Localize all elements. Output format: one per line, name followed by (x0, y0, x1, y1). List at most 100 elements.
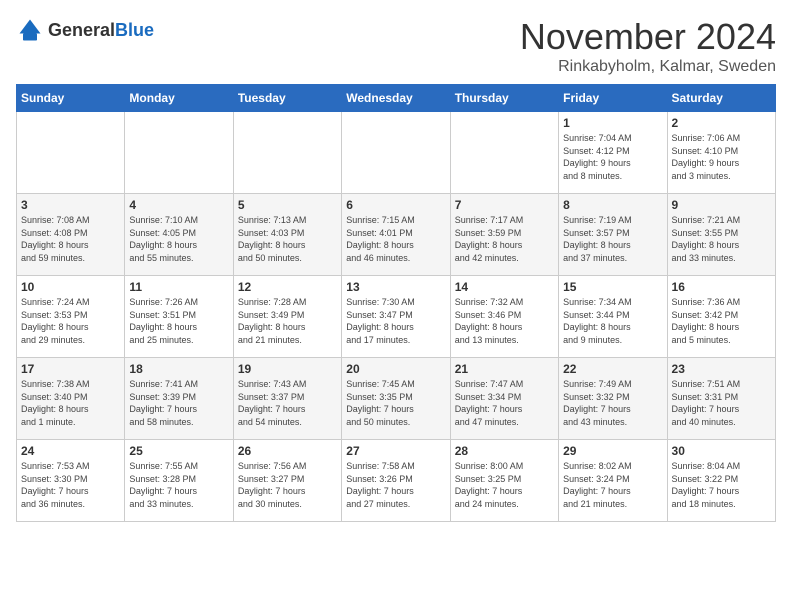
day-number: 28 (455, 444, 554, 458)
calendar-cell: 20 Sunrise: 7:45 AM Sunset: 3:35 PM Dayli… (342, 358, 450, 440)
day-number: 4 (129, 198, 228, 212)
calendar-cell: 27 Sunrise: 7:58 AM Sunset: 3:26 PM Dayli… (342, 440, 450, 522)
calendar-cell: 23 Sunrise: 7:51 AM Sunset: 3:31 PM Dayli… (667, 358, 775, 440)
calendar-cell: 4 Sunrise: 7:10 AM Sunset: 4:05 PM Daylig… (125, 194, 233, 276)
calendar-cell: 21 Sunrise: 7:47 AM Sunset: 3:34 PM Dayli… (450, 358, 558, 440)
day-detail: Sunrise: 7:43 AM Sunset: 3:37 PM Dayligh… (238, 378, 337, 428)
day-detail: Sunrise: 7:17 AM Sunset: 3:59 PM Dayligh… (455, 214, 554, 264)
calendar-cell (17, 112, 125, 194)
calendar-cell: 25 Sunrise: 7:55 AM Sunset: 3:28 PM Dayli… (125, 440, 233, 522)
day-number: 24 (21, 444, 120, 458)
calendar-week-row: 1 Sunrise: 7:04 AM Sunset: 4:12 PM Daylig… (17, 112, 776, 194)
calendar-cell: 5Sunrise: 7:13 AM Sunset: 4:03 PM Daylig… (233, 194, 341, 276)
day-number: 16 (672, 280, 771, 294)
weekday-header: Thursday (450, 85, 558, 112)
day-number: 7 (455, 198, 554, 212)
calendar-cell: 7 Sunrise: 7:17 AM Sunset: 3:59 PM Daylig… (450, 194, 558, 276)
day-detail: Sunrise: 7:51 AM Sunset: 3:31 PM Dayligh… (672, 378, 771, 428)
calendar-cell: 10 Sunrise: 7:24 AM Sunset: 3:53 PM Dayli… (17, 276, 125, 358)
day-detail: Sunrise: 7:41 AM Sunset: 3:39 PM Dayligh… (129, 378, 228, 428)
day-detail: Sunrise: 7:26 AM Sunset: 3:51 PM Dayligh… (129, 296, 228, 346)
day-number: 19 (238, 362, 337, 376)
calendar-cell: 12Sunrise: 7:28 AM Sunset: 3:49 PM Dayli… (233, 276, 341, 358)
day-number: 20 (346, 362, 445, 376)
calendar-cell (125, 112, 233, 194)
day-detail: Sunrise: 7:36 AM Sunset: 3:42 PM Dayligh… (672, 296, 771, 346)
calendar-cell (450, 112, 558, 194)
calendar-cell: 14 Sunrise: 7:32 AM Sunset: 3:46 PM Dayli… (450, 276, 558, 358)
day-number: 2 (672, 116, 771, 130)
weekday-header: Saturday (667, 85, 775, 112)
weekday-header: Sunday (17, 85, 125, 112)
location: Rinkabyholm, Kalmar, Sweden (520, 58, 776, 76)
calendar-cell (342, 112, 450, 194)
day-detail: Sunrise: 7:30 AM Sunset: 3:47 PM Dayligh… (346, 296, 445, 346)
calendar-week-row: 10 Sunrise: 7:24 AM Sunset: 3:53 PM Dayli… (17, 276, 776, 358)
day-number: 25 (129, 444, 228, 458)
day-detail: Sunrise: 7:24 AM Sunset: 3:53 PM Dayligh… (21, 296, 120, 346)
weekday-header: Friday (559, 85, 667, 112)
day-number: 30 (672, 444, 771, 458)
calendar-cell: 13 Sunrise: 7:30 AM Sunset: 3:47 PM Dayli… (342, 276, 450, 358)
calendar-cell: 2Sunrise: 7:06 AM Sunset: 4:10 PM Daylig… (667, 112, 775, 194)
calendar-week-row: 17 Sunrise: 7:38 AM Sunset: 3:40 PM Dayli… (17, 358, 776, 440)
day-detail: Sunrise: 7:45 AM Sunset: 3:35 PM Dayligh… (346, 378, 445, 428)
day-number: 21 (455, 362, 554, 376)
day-number: 22 (563, 362, 662, 376)
day-number: 26 (238, 444, 337, 458)
calendar-week-row: 24 Sunrise: 7:53 AM Sunset: 3:30 PM Dayli… (17, 440, 776, 522)
calendar-table: SundayMondayTuesdayWednesdayThursdayFrid… (16, 84, 776, 522)
calendar-cell: 26 Sunrise: 7:56 AM Sunset: 3:27 PM Dayli… (233, 440, 341, 522)
weekday-header: Wednesday (342, 85, 450, 112)
day-detail: Sunrise: 7:32 AM Sunset: 3:46 PM Dayligh… (455, 296, 554, 346)
calendar-cell: 9 Sunrise: 7:21 AM Sunset: 3:55 PM Daylig… (667, 194, 775, 276)
logo-text-blue: Blue (115, 20, 154, 40)
day-number: 23 (672, 362, 771, 376)
title-block: November 2024 Rinkabyholm, Kalmar, Swede… (520, 16, 776, 76)
day-detail: Sunrise: 7:04 AM Sunset: 4:12 PM Dayligh… (563, 132, 662, 182)
calendar-cell: 19 Sunrise: 7:43 AM Sunset: 3:37 PM Dayli… (233, 358, 341, 440)
day-number: 27 (346, 444, 445, 458)
calendar-body: 1 Sunrise: 7:04 AM Sunset: 4:12 PM Daylig… (17, 112, 776, 522)
day-detail: Sunrise: 7:55 AM Sunset: 3:28 PM Dayligh… (129, 460, 228, 510)
day-detail: Sunrise: 7:56 AM Sunset: 3:27 PM Dayligh… (238, 460, 337, 510)
calendar-cell: 6 Sunrise: 7:15 AM Sunset: 4:01 PM Daylig… (342, 194, 450, 276)
logo: GeneralBlue (16, 16, 154, 44)
day-detail: Sunrise: 7:10 AM Sunset: 4:05 PM Dayligh… (129, 214, 228, 264)
month-title: November 2024 (520, 16, 776, 58)
day-detail: Sunrise: 7:58 AM Sunset: 3:26 PM Dayligh… (346, 460, 445, 510)
day-detail: Sunrise: 7:53 AM Sunset: 3:30 PM Dayligh… (21, 460, 120, 510)
day-number: 29 (563, 444, 662, 458)
day-number: 9 (672, 198, 771, 212)
day-number: 1 (563, 116, 662, 130)
day-number: 14 (455, 280, 554, 294)
day-number: 17 (21, 362, 120, 376)
calendar-header: SundayMondayTuesdayWednesdayThursdayFrid… (17, 85, 776, 112)
calendar-week-row: 3 Sunrise: 7:08 AM Sunset: 4:08 PM Daylig… (17, 194, 776, 276)
day-detail: Sunrise: 7:15 AM Sunset: 4:01 PM Dayligh… (346, 214, 445, 264)
day-detail: Sunrise: 7:47 AM Sunset: 3:34 PM Dayligh… (455, 378, 554, 428)
calendar-cell: 1 Sunrise: 7:04 AM Sunset: 4:12 PM Daylig… (559, 112, 667, 194)
day-number: 6 (346, 198, 445, 212)
day-number: 3 (21, 198, 120, 212)
day-detail: Sunrise: 7:13 AM Sunset: 4:03 PM Dayligh… (238, 214, 337, 264)
day-number: 15 (563, 280, 662, 294)
day-number: 8 (563, 198, 662, 212)
logo-icon (16, 16, 44, 44)
day-detail: Sunrise: 7:38 AM Sunset: 3:40 PM Dayligh… (21, 378, 120, 428)
day-detail: Sunrise: 7:21 AM Sunset: 3:55 PM Dayligh… (672, 214, 771, 264)
day-number: 13 (346, 280, 445, 294)
calendar-cell: 3 Sunrise: 7:08 AM Sunset: 4:08 PM Daylig… (17, 194, 125, 276)
calendar-cell: 15 Sunrise: 7:34 AM Sunset: 3:44 PM Dayli… (559, 276, 667, 358)
day-number: 11 (129, 280, 228, 294)
day-number: 18 (129, 362, 228, 376)
logo-text-general: General (48, 20, 115, 40)
day-detail: Sunrise: 8:00 AM Sunset: 3:25 PM Dayligh… (455, 460, 554, 510)
day-detail: Sunrise: 7:34 AM Sunset: 3:44 PM Dayligh… (563, 296, 662, 346)
weekday-header: Monday (125, 85, 233, 112)
calendar-cell: 16 Sunrise: 7:36 AM Sunset: 3:42 PM Dayli… (667, 276, 775, 358)
weekday-header: Tuesday (233, 85, 341, 112)
day-number: 10 (21, 280, 120, 294)
day-detail: Sunrise: 7:08 AM Sunset: 4:08 PM Dayligh… (21, 214, 120, 264)
calendar-cell: 8Sunrise: 7:19 AM Sunset: 3:57 PM Daylig… (559, 194, 667, 276)
